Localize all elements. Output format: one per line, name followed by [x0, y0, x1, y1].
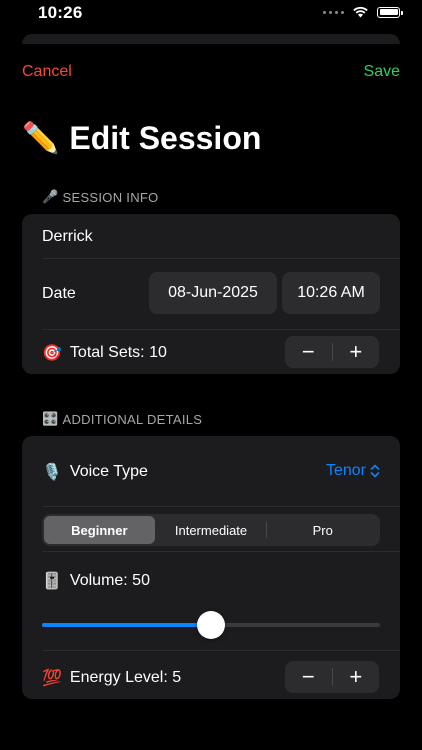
volume-row: 🎚️ Volume: 50 [22, 552, 400, 650]
session-info-card: Derrick Date 08-Jun-2025 10:26 AM 🎯 Tota… [22, 214, 400, 374]
total-sets-label: Total Sets: 10 [69, 344, 167, 361]
microphone-icon: 🎤 [42, 189, 59, 204]
increment-button[interactable]: + [333, 336, 380, 368]
date-label: Date [42, 285, 76, 302]
wifi-icon [353, 6, 368, 18]
voice-type-text: 🎙️ Voice Type [42, 462, 148, 482]
volume-label: Volume: 50 [69, 572, 150, 589]
hundred-points-icon: 💯 [42, 670, 62, 687]
date-picker-button[interactable]: 08-Jun-2025 [149, 272, 277, 314]
time-picker-button[interactable]: 10:26 AM [282, 272, 380, 314]
total-sets-stepper: − + [285, 336, 379, 368]
voice-type-picker[interactable]: Tenor [326, 462, 380, 480]
level-segmented-control: Beginner Intermediate Pro [42, 514, 380, 546]
decrement-button[interactable]: − [285, 336, 332, 368]
cancel-button[interactable]: Cancel [22, 63, 72, 81]
page-title: ✏️ Edit Session [22, 120, 261, 157]
energy-level-stepper: − + [285, 661, 379, 693]
volume-text: 🎚️ Volume: 50 [42, 571, 150, 591]
name-row[interactable]: Derrick [22, 214, 400, 258]
edit-session-screen: 10:26 Cancel Save ✏️ Edit Session 🎤 SESS… [0, 0, 422, 750]
section-header-label: ADDITIONAL DETAILS [62, 411, 203, 427]
volume-slider-fill [42, 623, 211, 627]
energy-level-text: 💯 Energy Level: 5 [42, 668, 181, 688]
chevron-updown-icon [370, 464, 380, 478]
segment-pro[interactable]: Pro [267, 516, 378, 544]
name-field[interactable]: Derrick [42, 228, 93, 246]
decrement-button[interactable]: − [285, 661, 332, 693]
page-title-text: Edit Session [69, 120, 262, 156]
status-time: 10:26 [38, 3, 83, 22]
volume-slider[interactable] [42, 611, 380, 639]
energy-level-label: Energy Level: 5 [69, 669, 182, 686]
section-header-additional-details: 🎛️ ADDITIONAL DETAILS [42, 411, 202, 427]
status-bar: 10:26 [0, 0, 422, 28]
additional-details-card: 🎙️ Voice Type Tenor Beginner Intermediat… [22, 436, 400, 699]
total-sets-text: 🎯 Total Sets: 10 [42, 343, 167, 363]
energy-level-row: 💯 Energy Level: 5 − + [22, 651, 400, 699]
increment-button[interactable]: + [333, 661, 380, 693]
segment-beginner[interactable]: Beginner [44, 516, 155, 544]
battery-icon [377, 6, 403, 18]
total-sets-row: 🎯 Total Sets: 10 − + [22, 330, 400, 374]
target-icon: 🎯 [42, 345, 62, 362]
segment-intermediate[interactable]: Intermediate [156, 516, 267, 544]
pencil-icon: ✏️ [22, 122, 60, 155]
sheet-background-edge [22, 34, 400, 44]
section-header-session-info: 🎤 SESSION INFO [42, 189, 159, 205]
date-row: Date 08-Jun-2025 10:26 AM [22, 259, 400, 329]
studio-microphone-icon: 🎙️ [42, 464, 62, 481]
save-button[interactable]: Save [364, 63, 400, 81]
volume-slider-thumb[interactable] [197, 611, 225, 639]
voice-type-row[interactable]: 🎙️ Voice Type Tenor [22, 436, 400, 506]
control-knobs-icon: 🎛️ [42, 411, 59, 426]
voice-type-value: Tenor [325, 462, 366, 479]
status-icons [323, 6, 403, 18]
level-row: Beginner Intermediate Pro [22, 507, 400, 551]
level-slider-icon: 🎚️ [42, 573, 62, 590]
voice-type-label: Voice Type [69, 463, 148, 480]
cellular-signal-icon [323, 10, 344, 14]
section-header-label: SESSION INFO [62, 189, 159, 205]
